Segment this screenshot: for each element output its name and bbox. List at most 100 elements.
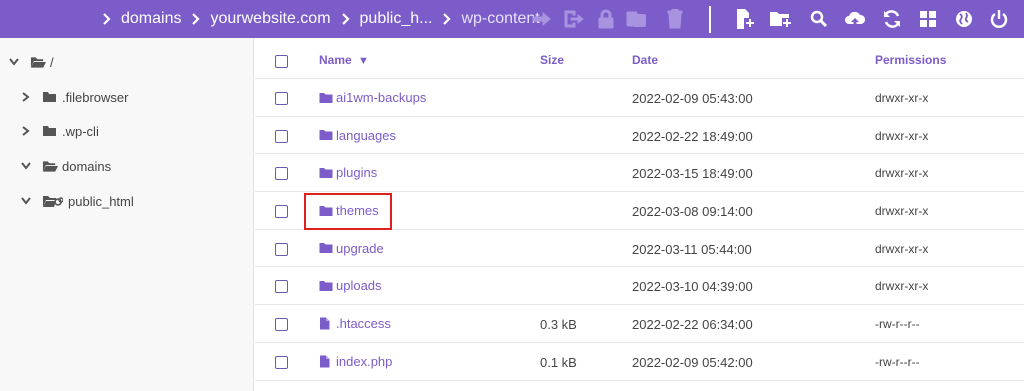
folder-open-icon [30, 56, 46, 69]
table-body: ai1wm-backups 2022-02-09 05:43:00 drwxr-xr… [255, 79, 1024, 381]
folder-icon [319, 167, 333, 179]
chevron-down-icon[interactable] [8, 56, 20, 68]
select-all-checkbox[interactable] [275, 55, 288, 68]
table-row[interactable]: index.php 0.1 kB 2022-02-09 05:42:00 -rw-r-… [255, 343, 1024, 381]
logout-icon[interactable] [987, 7, 1011, 31]
file-name-link[interactable]: languages [319, 128, 396, 143]
table-row[interactable]: .htaccess 0.3 kB 2022-02-22 06:34:00 -rw-r-… [255, 305, 1024, 343]
row-checkbox[interactable] [275, 92, 288, 105]
file-name: uploads [336, 278, 382, 294]
breadcrumb: domains yourwebsite.com public_h... wp-c… [98, 0, 540, 38]
file-name-link[interactable]: plugins [319, 165, 377, 180]
file-date: 2022-02-22 06:34:00 [632, 317, 753, 333]
file-name: upgrade [336, 240, 384, 256]
file-permissions: drwxr-xr-x [875, 279, 929, 294]
table-row[interactable]: languages 2022-02-22 18:49:00 drwxr-xr-x [255, 117, 1024, 155]
file-permissions: drwxr-xr-x [875, 91, 929, 105]
file-name: index.php [336, 353, 393, 369]
file-name-link[interactable]: uploads [319, 278, 382, 293]
folder-icon [319, 92, 333, 104]
grid-view-icon[interactable] [916, 7, 940, 31]
file-name-link[interactable]: index.php [319, 354, 392, 369]
row-checkbox[interactable] [275, 242, 288, 256]
table-row[interactable]: ai1wm-backups 2022-02-09 05:43:00 drwxr-xr… [255, 79, 1024, 117]
file-permissions: drwxr-xr-x [875, 241, 929, 256]
table-row[interactable]: uploads 2022-03-10 04:39:00 drwxr-xr-x [255, 267, 1024, 306]
chevron-right-icon [341, 13, 350, 25]
file-permissions: drwxr-xr-x [875, 204, 929, 219]
file-name-link[interactable]: upgrade [319, 241, 384, 256]
chevron-down-icon[interactable] [20, 160, 32, 172]
lock-icon[interactable] [594, 7, 618, 31]
file-table: Name ▼ Size Date Permissions ai1wm-backu… [255, 38, 1024, 381]
column-header-date[interactable]: Date [632, 53, 658, 67]
file-name: languages [336, 127, 396, 143]
new-file-icon[interactable] [733, 7, 757, 31]
search-icon[interactable] [807, 7, 831, 31]
file-icon [319, 317, 333, 330]
folder-tree: / .filebrowser .wp-cli domains public_ht… [0, 38, 254, 391]
breadcrumb-item[interactable]: public_h... [360, 10, 433, 28]
move-icon[interactable] [530, 7, 554, 31]
tree-item-label: public_html [68, 193, 134, 209]
file-name: .htaccess [336, 316, 391, 332]
table-row[interactable]: plugins 2022-03-15 18:49:00 drwxr-xr-x [255, 154, 1024, 193]
folder-icon [42, 125, 58, 138]
chevron-right-icon [191, 13, 201, 25]
tree-item-label: / [50, 54, 54, 70]
row-checkbox[interactable] [275, 205, 288, 219]
chevron-right-icon[interactable] [20, 125, 32, 137]
breadcrumb-item[interactable]: yourwebsite.com [210, 10, 330, 28]
upload-cloud-icon[interactable] [843, 7, 867, 31]
breadcrumb-item[interactable]: domains [121, 10, 181, 28]
rename-icon[interactable] [562, 7, 586, 31]
folder-icon [319, 280, 333, 292]
file-name-link[interactable]: .htaccess [319, 316, 391, 331]
row-checkbox[interactable] [275, 167, 288, 181]
table-row[interactable]: themes 2022-03-08 09:14:00 drwxr-xr-x [255, 192, 1024, 230]
tree-item-public-html[interactable]: public_html [20, 191, 134, 211]
archive-icon[interactable] [624, 7, 648, 31]
table-header: Name ▼ Size Date Permissions [255, 38, 1024, 79]
toolbar-divider [709, 6, 711, 33]
globe-icon[interactable] [952, 7, 976, 31]
tree-item-wp-cli[interactable]: .wp-cli [20, 121, 99, 141]
chevron-right-icon [442, 13, 452, 25]
folder-icon [319, 242, 333, 254]
tree-item-label: .wp-cli [62, 123, 99, 139]
tree-item-root[interactable]: / [8, 52, 54, 72]
tree-item-filebrowser[interactable]: .filebrowser [20, 87, 128, 107]
new-folder-icon[interactable] [769, 7, 793, 31]
column-header-name-label: Name [319, 53, 352, 67]
file-icon [319, 355, 333, 368]
file-permissions: drwxr-xr-x [875, 166, 929, 181]
file-date: 2022-02-22 18:49:00 [632, 128, 753, 144]
file-name-link[interactable]: ai1wm-backups [319, 90, 426, 105]
row-checkbox[interactable] [275, 129, 288, 143]
breadcrumb-current[interactable]: wp-content [461, 10, 539, 28]
table-row[interactable]: upgrade 2022-03-11 05:44:00 drwxr-xr-x [255, 230, 1024, 268]
row-checkbox[interactable] [275, 355, 288, 369]
column-header-size[interactable]: Size [540, 53, 564, 67]
row-checkbox[interactable] [275, 318, 288, 332]
column-header-permissions[interactable]: Permissions [875, 53, 946, 67]
folder-open-icon [42, 160, 58, 173]
chevron-down-icon[interactable] [20, 195, 32, 207]
column-header-name[interactable]: Name ▼ [319, 53, 369, 67]
file-permissions: -rw-r--r-- [875, 317, 920, 332]
refresh-icon[interactable] [880, 7, 904, 31]
trash-icon[interactable] [663, 7, 687, 31]
file-date: 2022-03-15 18:49:00 [632, 166, 753, 182]
file-name-link[interactable]: themes [319, 203, 379, 218]
tree-item-domains[interactable]: domains [20, 156, 111, 176]
folder-icon [319, 205, 333, 217]
file-date: 2022-02-09 05:43:00 [632, 91, 753, 106]
file-date: 2022-03-10 04:39:00 [632, 279, 753, 295]
file-name: plugins [336, 165, 378, 181]
file-permissions: drwxr-xr-x [875, 128, 929, 143]
top-toolbar: domains yourwebsite.com public_h... wp-c… [0, 0, 1024, 38]
folder-link-icon [42, 195, 64, 208]
file-date: 2022-03-11 05:44:00 [632, 241, 752, 257]
chevron-right-icon[interactable] [20, 91, 32, 103]
row-checkbox[interactable] [275, 280, 288, 294]
